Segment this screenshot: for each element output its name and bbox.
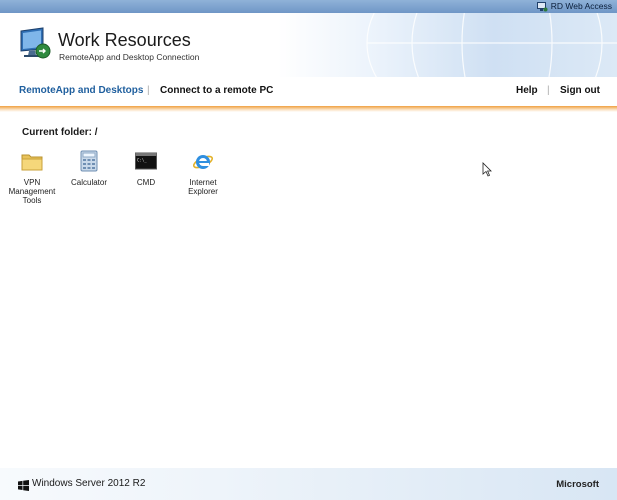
nav-separator: | — [147, 85, 150, 96]
vendor-logo: Microsoft — [556, 479, 599, 490]
mouse-pointer-icon — [482, 162, 492, 182]
app-tile-vpn-management-tools[interactable]: VPN Management Tools — [4, 150, 60, 205]
help-link[interactable]: Help — [516, 85, 538, 96]
app-tile-calculator[interactable]: Calculator — [61, 150, 117, 187]
product-name: Windows Server 2012 R2 — [32, 478, 146, 489]
app-tile-label: CMD — [136, 178, 156, 187]
current-folder-label: Current folder: / — [22, 127, 98, 138]
calculator-icon — [78, 150, 100, 172]
rd-web-access-label: RD Web Access — [550, 1, 612, 11]
app-tile-label: VPN Management Tools — [8, 178, 56, 205]
nav-bar: RemoteApp and Desktops | Connect to a re… — [0, 77, 617, 107]
footer-bar: Windows Server 2012 R2 Microsoft — [0, 468, 617, 500]
app-tile-cmd[interactable]: C:\_ CMD — [118, 150, 174, 187]
folder-icon — [21, 150, 43, 172]
page-subtitle: RemoteApp and Desktop Connection — [59, 52, 200, 62]
rd-web-access-brand: RD Web Access — [536, 0, 612, 13]
header-banner: Work Resources RemoteApp and Desktop Con… — [0, 13, 617, 77]
command-prompt-icon: C:\_ — [135, 150, 157, 172]
nav-accent-line — [0, 106, 617, 112]
remote-desktop-icon — [17, 27, 53, 61]
nav-separator: | — [547, 85, 550, 96]
internet-explorer-icon — [192, 150, 214, 172]
tab-connect-remote-pc[interactable]: Connect to a remote PC — [160, 85, 273, 96]
windows-logo-icon — [18, 478, 29, 491]
rd-web-access-icon — [536, 1, 548, 12]
app-tile-label: Calculator — [70, 178, 107, 187]
app-tile-label: Internet Explorer — [188, 178, 218, 196]
svg-text:C:\_: C:\_ — [137, 158, 147, 163]
tab-remoteapp-and-desktops[interactable]: RemoteApp and Desktops — [19, 85, 143, 96]
app-tile-internet-explorer[interactable]: Internet Explorer — [175, 150, 231, 196]
page-title: Work Resources — [58, 30, 191, 50]
sign-out-link[interactable]: Sign out — [560, 85, 600, 96]
globe-watermark — [366, 13, 617, 77]
top-strip: RD Web Access — [0, 0, 617, 13]
